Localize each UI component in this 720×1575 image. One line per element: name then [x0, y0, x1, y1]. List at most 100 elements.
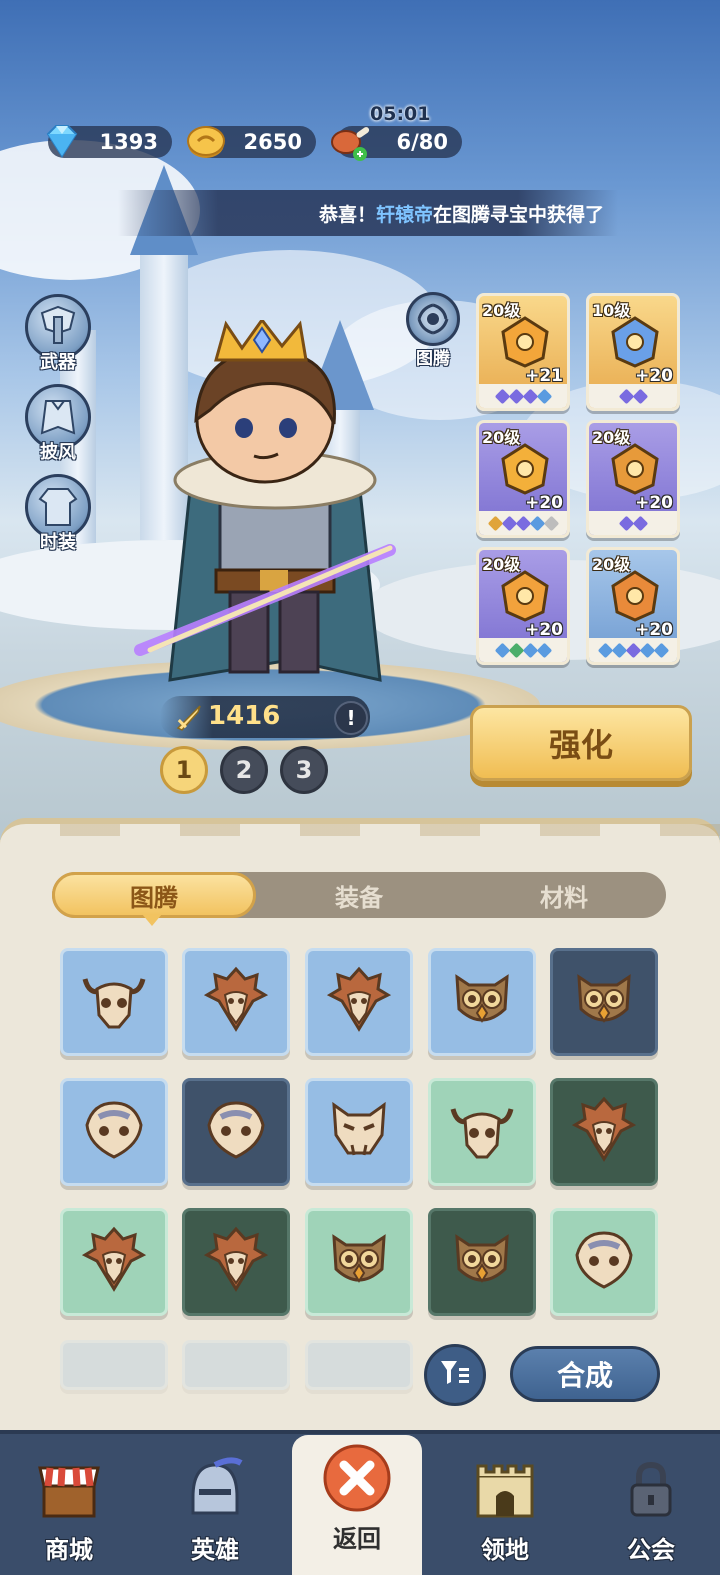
filter-button[interactable] [424, 1344, 486, 1406]
merge-button[interactable]: 合成 [510, 1346, 660, 1402]
inventory-slot[interactable] [550, 1208, 658, 1316]
totem-slot-4[interactable]: 20级 +20 [586, 420, 680, 538]
gem-socket-icon [632, 388, 648, 404]
announcement-prefix: 恭喜！ [318, 203, 376, 226]
totem-item-icon [607, 314, 663, 370]
totem-button[interactable]: 图腾 [404, 292, 462, 369]
filter-icon [439, 1358, 471, 1392]
gem-socket-icon [611, 642, 627, 658]
inventory-slot[interactable] [60, 1078, 168, 1186]
totem-slot-bonus: +20 [635, 493, 673, 513]
nav-guild[interactable]: 公会 [586, 1446, 716, 1575]
inventory-slot-faded [60, 1340, 168, 1390]
owl-mask-icon [324, 1225, 394, 1299]
inventory-slot[interactable] [428, 948, 536, 1056]
nav-territory[interactable]: 领地 [440, 1446, 570, 1575]
inventory-tabs: 图腾 装备 材料 [52, 872, 666, 918]
stamina-counter[interactable]: 6/80 [331, 126, 462, 161]
totem-slot-gems [589, 511, 677, 535]
inventory-slot[interactable] [60, 948, 168, 1056]
nav-territory-label: 领地 [481, 1536, 529, 1564]
power-value: 1416 [208, 701, 281, 731]
costume-slot[interactable]: 时装 [22, 474, 94, 554]
inventory-slot[interactable] [182, 1208, 290, 1316]
nav-back[interactable]: 返回 [292, 1435, 422, 1575]
inventory-slot[interactable] [305, 1208, 413, 1316]
coin-count: 2650 [243, 130, 302, 154]
totem-slot-bonus: +20 [635, 366, 673, 386]
coin-counter[interactable]: 2650 [187, 126, 316, 158]
totem-slot-gems [479, 511, 567, 535]
stamina-count: 6/80 [396, 130, 448, 154]
page-tab-1[interactable]: 1 [160, 746, 208, 794]
gem-socket-icon [632, 515, 648, 531]
nav-hero[interactable]: 英雄 [150, 1446, 280, 1575]
gem-socket-icon [494, 388, 510, 404]
owl-mask-icon [447, 1225, 517, 1299]
costume-slot-label: 时装 [40, 532, 76, 553]
tab-totem[interactable]: 图腾 [52, 872, 256, 918]
totem-slot-1[interactable]: 20级 +21 [476, 293, 570, 411]
shop-icon [34, 1454, 104, 1524]
inventory-slot[interactable] [428, 1078, 536, 1186]
totem-slot-5[interactable]: 20级 +20 [476, 547, 570, 665]
cape-slot[interactable]: 披风 [22, 384, 94, 464]
meat-icon [328, 120, 372, 164]
inventory-slot[interactable] [182, 948, 290, 1056]
inventory-slot[interactable] [550, 1078, 658, 1186]
inventory-slot[interactable] [182, 1078, 290, 1186]
gem-socket-icon [543, 515, 559, 531]
announcement-player[interactable]: 轩辕帝 [376, 200, 433, 227]
totem-slot-3[interactable]: 20级 +20 [476, 420, 570, 538]
nav-guild-label: 公会 [627, 1536, 675, 1564]
bird-skull-icon [79, 1225, 149, 1299]
totem-item-icon [607, 568, 663, 624]
totem-slot-6[interactable]: 20级 +20 [586, 547, 680, 665]
inventory-slot-faded [305, 1340, 413, 1390]
gem-socket-icon [653, 642, 669, 658]
totem-slot-level: 20级 [592, 428, 631, 447]
gem-count: 1393 [99, 130, 158, 154]
totem-slot-gems [479, 638, 567, 662]
inventory-slot[interactable] [305, 948, 413, 1056]
hero-character[interactable] [130, 317, 420, 700]
gem-socket-icon [487, 515, 503, 531]
weapon-slot[interactable]: 武器 [22, 294, 94, 374]
cape-slot-label: 披风 [40, 442, 76, 463]
bird-skull-icon [201, 965, 271, 1039]
totem-slot-2[interactable]: 10级 +20 [586, 293, 680, 411]
castle-icon [470, 1454, 540, 1524]
gem-socket-icon [529, 515, 545, 531]
totem-slot-level: 10级 [592, 301, 631, 320]
totem-slot-level: 20级 [482, 428, 521, 447]
totem-slot-bonus: +20 [525, 620, 563, 640]
page-tab-3[interactable]: 3 [280, 746, 328, 794]
gem-socket-icon [522, 642, 538, 658]
totem-item-icon [497, 314, 553, 370]
nav-shop-label: 商城 [45, 1536, 93, 1564]
inventory-slot[interactable] [305, 1078, 413, 1186]
tiger-skull-icon [324, 1095, 394, 1169]
inventory-slot[interactable] [60, 1208, 168, 1316]
bird-skull-icon [201, 1225, 271, 1299]
totem-slot-level: 20级 [482, 555, 521, 574]
nav-shop[interactable]: 商城 [4, 1446, 134, 1575]
gem-socket-icon [597, 642, 613, 658]
strengthen-button[interactable]: 强化 [470, 705, 692, 781]
gem-socket-icon [536, 388, 552, 404]
owl-mask-icon [569, 965, 639, 1039]
totem-item-icon [607, 441, 663, 497]
announcement-banner: 恭喜！ 轩辕帝 在图腾寻宝中获得了 [118, 190, 618, 236]
gem-socket-icon [508, 388, 524, 404]
gem-counter[interactable]: 1393 [46, 125, 172, 158]
inventory-slot[interactable] [428, 1208, 536, 1316]
totem-slot-bonus: +20 [635, 620, 673, 640]
page-tab-2[interactable]: 2 [220, 746, 268, 794]
gem-socket-icon [522, 388, 538, 404]
inventory-slot[interactable] [550, 948, 658, 1056]
totem-item-icon [497, 568, 553, 624]
tab-equipment[interactable]: 装备 [257, 872, 461, 918]
gem-socket-icon [618, 388, 634, 404]
power-info-button[interactable]: ! [334, 701, 368, 735]
tab-materials[interactable]: 材料 [462, 872, 666, 918]
